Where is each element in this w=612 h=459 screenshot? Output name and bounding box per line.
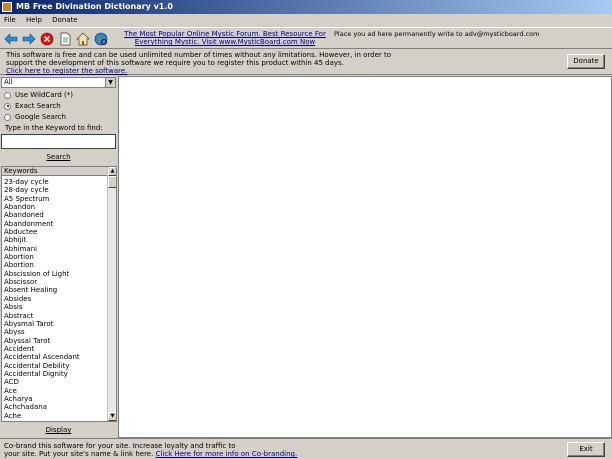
radio-wildcard[interactable]: Use WildCard (*) — [4, 91, 73, 100]
menu-donate[interactable]: Donate — [48, 14, 81, 26]
list-item[interactable]: Ache — [4, 412, 108, 420]
list-item[interactable]: Accidental Ascendant — [4, 353, 108, 361]
registration-notice: This software is free and can be used un… — [0, 50, 612, 75]
cobrand-text: Co-brand this software for your site. In… — [4, 442, 304, 458]
cobrand-line-2-text: your site. Put your site's name & link h… — [4, 450, 154, 458]
home-icon[interactable] — [75, 31, 91, 47]
stop-icon[interactable] — [39, 31, 55, 47]
ad-link[interactable]: The Most Popular Online Mystic Forum. Be… — [122, 30, 328, 46]
radio-exact-label: Exact Search — [15, 102, 61, 110]
list-item[interactable]: Abortion — [4, 253, 108, 261]
cobrand-footer: Co-brand this software for your site. In… — [0, 438, 612, 459]
list-item[interactable]: Abandon — [4, 203, 108, 211]
globe-icon[interactable] — [93, 31, 109, 47]
list-item[interactable]: Abstract — [4, 312, 108, 320]
category-select[interactable]: All ▼ — [1, 77, 116, 88]
definition-display-area — [118, 76, 612, 438]
list-item[interactable]: Absent Healing — [4, 286, 108, 294]
list-item[interactable]: Ace — [4, 387, 108, 395]
donate-button[interactable]: Donate — [567, 54, 605, 69]
ad-placeholder-text: Place you ad here permanently write to a… — [334, 30, 540, 38]
list-item[interactable]: 28-day cycle — [4, 186, 108, 194]
list-item[interactable]: Accidental Dignity — [4, 370, 108, 378]
keyword-list-scrollbar[interactable]: ▲ ▼ — [107, 167, 116, 421]
menu-file[interactable]: File — [0, 14, 20, 26]
list-item[interactable]: Accidental Debility — [4, 362, 108, 370]
document-icon[interactable] — [57, 31, 73, 47]
keyword-list[interactable]: Keywords 23-day cycle 28-day cycle A5 Spec… — [1, 166, 117, 422]
notice-text: This software is free and can be used un… — [6, 51, 436, 75]
radio-google-search[interactable]: Google Search — [4, 113, 66, 122]
list-item[interactable]: Abductee — [4, 228, 108, 236]
back-arrow-icon[interactable] — [3, 31, 19, 47]
radio-exact-search[interactable]: Exact Search — [4, 102, 61, 111]
list-item[interactable]: Abyss — [4, 328, 108, 336]
forward-arrow-icon[interactable] — [21, 31, 37, 47]
list-item[interactable]: Abandonment — [4, 220, 108, 228]
list-item[interactable]: Absis — [4, 303, 108, 311]
register-link[interactable]: Click here to register the software. — [6, 67, 436, 75]
radio-button-selected-icon[interactable] — [4, 102, 11, 110]
scroll-down-icon[interactable]: ▼ — [108, 412, 116, 421]
menu-help[interactable]: Help — [22, 14, 46, 26]
toolbar: The Most Popular Online Mystic Forum. Be… — [0, 27, 612, 49]
display-button[interactable]: Display — [1, 426, 116, 437]
notice-line-1: This software is free and can be used un… — [6, 51, 392, 59]
radio-button-icon[interactable] — [4, 113, 11, 121]
list-item[interactable]: Abhijit — [4, 236, 108, 244]
search-panel: All ▼ Use WildCard (*) Exact Search Goog… — [0, 76, 118, 438]
scroll-thumb[interactable] — [108, 176, 116, 188]
cobrand-link[interactable]: Click Here for more info on Co-branding. — [156, 450, 298, 458]
title-bar: MB Free Divination Dictionary v1.0 — [0, 0, 612, 14]
list-item[interactable]: 23-day cycle — [4, 178, 108, 186]
list-item[interactable]: Abscission of Light — [4, 270, 108, 278]
list-item[interactable]: Abandoned — [4, 211, 108, 219]
keyword-input[interactable] — [1, 134, 116, 149]
list-item[interactable]: Abyssal Tarot — [4, 337, 108, 345]
keyword-list-header: Keywords — [2, 167, 116, 176]
radio-wildcard-label: Use WildCard (*) — [15, 91, 73, 99]
exit-button[interactable]: Exit — [567, 442, 605, 457]
list-item[interactable]: Abortion — [4, 261, 108, 269]
list-item[interactable]: Absides — [4, 295, 108, 303]
app-icon — [2, 2, 12, 12]
radio-button-icon[interactable] — [4, 91, 11, 99]
keyword-list-items: 23-day cycle 28-day cycle A5 Spectrum Aband… — [4, 178, 108, 420]
scroll-up-icon[interactable]: ▲ — [108, 167, 116, 176]
category-select-value: All — [4, 78, 13, 86]
chevron-down-icon[interactable]: ▼ — [105, 78, 115, 87]
radio-google-label: Google Search — [15, 113, 66, 121]
list-item[interactable]: Abscissor — [4, 278, 108, 286]
cobrand-line-2: your site. Put your site's name & link h… — [4, 450, 304, 458]
cobrand-line-1: Co-brand this software for your site. In… — [4, 442, 236, 450]
list-item[interactable]: Acharya — [4, 395, 108, 403]
list-item[interactable]: Abhimani — [4, 245, 108, 253]
list-item[interactable]: Achchadana — [4, 403, 108, 411]
search-button[interactable]: Search — [1, 153, 116, 163]
menu-bar: File Help Donate — [0, 14, 612, 26]
list-item[interactable]: Abysmal Tarot — [4, 320, 108, 328]
window-title: MB Free Divination Dictionary v1.0 — [16, 2, 173, 11]
keyword-label: Type in the Keyword to find: — [5, 124, 103, 132]
notice-line-2: support the development of this software… — [6, 59, 344, 67]
list-item[interactable]: ACD — [4, 378, 108, 386]
list-item[interactable]: Accident — [4, 345, 108, 353]
list-item[interactable]: A5 Spectrum — [4, 195, 108, 203]
